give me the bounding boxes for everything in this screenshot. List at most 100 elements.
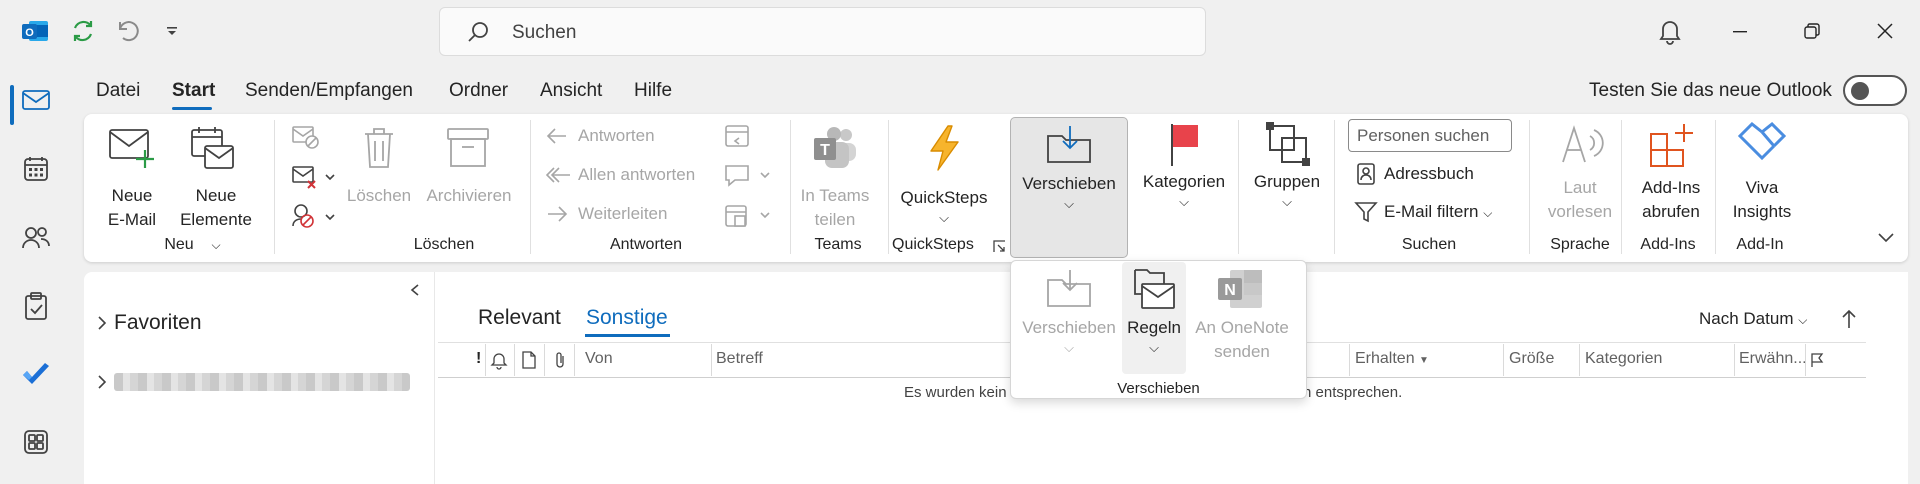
move-label: Verschieben <box>1022 174 1116 193</box>
chevron-right-icon[interactable] <box>96 374 108 390</box>
trash-icon <box>362 126 396 170</box>
new-email-label-1: Neue <box>111 186 153 205</box>
flag-status-column-icon[interactable] <box>1809 352 1825 368</box>
popup-group-label: Verschieben <box>1117 380 1200 397</box>
viva-insights-label-2: Insights <box>1732 202 1792 221</box>
sort-label: Nach Datum <box>1699 309 1794 328</box>
delete-label: Löschen <box>346 186 412 205</box>
share-teams-label-1: In Teams <box>800 186 870 205</box>
group-addins: Add-Ins <box>1640 236 1696 253</box>
flag-icon <box>1166 122 1202 168</box>
people-icon[interactable] <box>14 216 58 260</box>
lightning-icon <box>926 124 962 172</box>
tab-datei[interactable]: Datei <box>96 80 140 102</box>
viva-insights-label-1: Viva <box>1745 178 1779 197</box>
todo-icon[interactable] <box>14 352 58 396</box>
sort-by-date[interactable]: Nach Datum ⌵ <box>1699 309 1807 329</box>
search-placeholder: Suchen <box>512 22 577 43</box>
im-reply-icon[interactable] <box>723 162 773 190</box>
column-mentions[interactable]: Erwähn... <box>1739 350 1807 368</box>
chevron-down-icon: ⌵ <box>939 210 949 225</box>
teams-icon: T <box>812 126 858 170</box>
tab-start[interactable]: Start <box>172 80 215 102</box>
chevron-down-icon: ⌵ <box>1149 340 1159 355</box>
tab-sonstige[interactable]: Sonstige <box>586 306 668 330</box>
tab-sonstige-underline <box>585 334 670 337</box>
groups-icon <box>1266 122 1310 168</box>
group-suchen: Suchen <box>1401 236 1457 253</box>
viva-insights-icon <box>1738 122 1786 168</box>
reminder-column-icon[interactable] <box>489 350 509 370</box>
tasks-icon[interactable] <box>14 284 58 328</box>
reply-button[interactable]: Antworten <box>578 126 655 146</box>
empty-message-right: n entsprechen. <box>1303 384 1403 401</box>
people-search-input[interactable]: Personen suchen <box>1348 119 1512 152</box>
calendar-icon[interactable] <box>14 147 58 191</box>
filter-email-button[interactable]: E-Mail filtern ⌵ <box>1384 202 1492 222</box>
reply-all-icon <box>546 165 572 185</box>
dialog-launcher-icon[interactable] <box>993 240 1006 253</box>
read-aloud-label-2: vorlesen <box>1547 202 1613 221</box>
chevron-right-icon[interactable] <box>96 315 108 331</box>
group-teams: Teams <box>814 236 862 253</box>
attachment-column-icon[interactable] <box>553 350 567 370</box>
tab-ansicht[interactable]: Ansicht <box>540 80 602 102</box>
column-received-label: Erhalten <box>1355 350 1415 367</box>
tab-ordner[interactable]: Ordner <box>449 80 508 102</box>
rules-label: Regeln <box>1127 318 1181 337</box>
restore-icon[interactable] <box>1795 14 1829 48</box>
ribbon-expand-icon[interactable] <box>1877 232 1895 244</box>
address-book-icon <box>1356 162 1376 186</box>
tab-relevant[interactable]: Relevant <box>478 306 561 330</box>
empty-message-left: Es wurden kein <box>904 384 1007 401</box>
sort-desc-icon: ▼ <box>1419 355 1429 366</box>
column-size[interactable]: Größe <box>1509 350 1554 368</box>
group-add-in: Add-In <box>1736 236 1784 253</box>
collapse-pane-icon[interactable] <box>409 283 421 297</box>
forward-icon <box>546 204 568 224</box>
customize-qat-icon[interactable] <box>155 14 189 48</box>
move-button[interactable]: Verschieben ⌵ <box>1010 117 1128 258</box>
apps-icon[interactable] <box>14 420 58 464</box>
sync-icon[interactable] <box>66 14 100 48</box>
move-icon <box>1046 268 1092 308</box>
read-aloud-label-1: Laut <box>1563 178 1597 197</box>
address-book-button[interactable]: Adressbuch <box>1384 164 1474 184</box>
try-new-outlook-toggle[interactable] <box>1843 75 1907 106</box>
popup-move-label: Verschieben <box>1022 318 1116 337</box>
try-new-outlook-label: Testen Sie das neue Outlook <box>1589 80 1832 101</box>
more-respond-icon[interactable] <box>723 202 773 230</box>
group-quicksteps: QuickSteps <box>892 236 974 253</box>
tab-hilfe[interactable]: Hilfe <box>634 80 672 102</box>
filter-email-label: E-Mail filtern <box>1384 202 1479 221</box>
minimize-icon[interactable] <box>1723 14 1757 48</box>
search-bar[interactable]: Suchen <box>439 7 1206 56</box>
reply-all-button[interactable]: Allen antworten <box>578 165 695 185</box>
group-sprache: Sprache <box>1550 236 1610 253</box>
column-from[interactable]: Von <box>585 350 613 368</box>
favorites-folder[interactable]: Favoriten <box>114 311 202 335</box>
archive-label: Archivieren <box>426 186 512 205</box>
column-received[interactable]: Erhalten ▼ <box>1355 350 1429 368</box>
account-name-blurred[interactable] <box>114 373 410 391</box>
icon-column-icon[interactable] <box>521 350 537 370</box>
column-subject[interactable]: Betreff <box>716 350 763 368</box>
onenote-label-1: An OneNote <box>1195 318 1289 337</box>
tab-senden-empfangen[interactable]: Senden/Empfangen <box>245 80 413 102</box>
reply-meeting-icon[interactable] <box>723 122 751 150</box>
junk-icon[interactable] <box>290 202 336 230</box>
new-items-icon <box>189 126 237 172</box>
clean-up-icon[interactable] <box>290 164 336 190</box>
new-items-label-2: Elemente <box>180 210 252 229</box>
share-teams-label-2: teilen <box>814 210 856 229</box>
sort-direction-icon[interactable] <box>1841 308 1857 330</box>
mail-icon[interactable] <box>14 78 58 122</box>
forward-button[interactable]: Weiterleiten <box>578 204 667 224</box>
bell-icon[interactable] <box>1653 14 1687 48</box>
column-categories[interactable]: Kategorien <box>1585 350 1662 368</box>
new-mail-icon <box>107 126 155 170</box>
close-icon[interactable] <box>1868 14 1902 48</box>
undo-icon[interactable] <box>110 14 144 48</box>
importance-column-icon[interactable]: ! <box>476 350 481 368</box>
ignore-icon <box>290 124 320 150</box>
